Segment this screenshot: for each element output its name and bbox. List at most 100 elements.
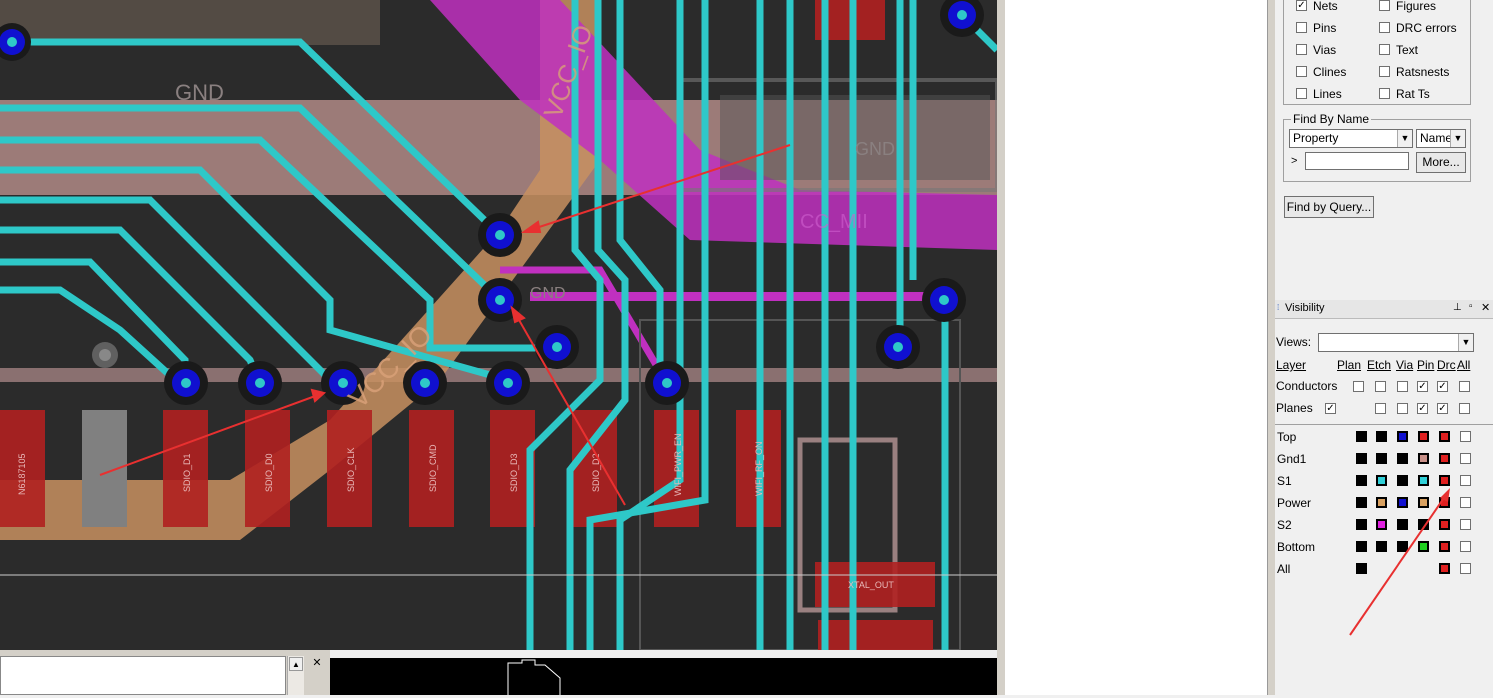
pin-header[interactable]: Pin: [1417, 358, 1434, 372]
visibility-checkbox-drc[interactable]: ✓: [1437, 403, 1448, 414]
visibility-checkbox-pin[interactable]: ✓: [1417, 403, 1428, 414]
close-icon[interactable]: ✕: [310, 656, 324, 670]
prompt-label: >: [1291, 155, 1298, 167]
plan-header[interactable]: Plan: [1337, 358, 1361, 372]
layer-color-swatch[interactable]: [1397, 453, 1408, 464]
find-by-query-button[interactable]: Find by Query...: [1284, 196, 1374, 218]
layer-color-swatch[interactable]: [1397, 431, 1408, 442]
find-checkbox[interactable]: [1296, 66, 1307, 77]
layer-header[interactable]: Layer: [1276, 358, 1306, 372]
blank-panel: [1005, 0, 1267, 695]
layer-color-swatch[interactable]: [1439, 453, 1450, 464]
visibility-checkbox-via[interactable]: [1397, 381, 1408, 392]
layer-all-checkbox[interactable]: [1460, 475, 1471, 486]
visibility-checkbox-plan[interactable]: [1353, 381, 1364, 392]
visibility-checkbox-drc[interactable]: ✓: [1437, 381, 1448, 392]
s2-trace: [530, 292, 950, 301]
float-icon[interactable]: ▫: [1469, 301, 1473, 312]
find-checkbox[interactable]: [1379, 66, 1390, 77]
find-checkbox[interactable]: [1379, 44, 1390, 55]
panel-divider[interactable]: [1267, 0, 1275, 695]
layer-color-swatch[interactable]: [1418, 453, 1429, 464]
net-label-cc: CC_MII: [800, 211, 868, 233]
name-select-value: Name: [1420, 131, 1453, 145]
pin-icon[interactable]: ⊥: [1453, 302, 1462, 313]
find-checkbox[interactable]: [1296, 44, 1307, 55]
find-checkbox[interactable]: [1379, 88, 1390, 99]
find-checkbox[interactable]: [1296, 22, 1307, 33]
layer-color-swatch[interactable]: [1418, 431, 1429, 442]
divider: [1275, 424, 1493, 425]
layer-row-label: S2: [1277, 518, 1292, 532]
class-row-label: Planes: [1276, 401, 1313, 415]
pad-label: N6187105: [17, 453, 27, 495]
scroll-up-icon[interactable]: ▲: [289, 657, 303, 671]
layer-row-label: Power: [1277, 496, 1312, 510]
world-view-outline: [507, 659, 561, 695]
find-checkbox[interactable]: [1379, 22, 1390, 33]
layer-all-checkbox[interactable]: [1460, 453, 1471, 464]
command-list[interactable]: [0, 656, 286, 695]
pcb-drawing: VCC_IO VCC_IO GND GND GND CC_MII XTAL_OU…: [0, 0, 997, 650]
command-scrollbar[interactable]: ▲: [287, 656, 304, 695]
layer-all-checkbox[interactable]: [1460, 431, 1471, 442]
close-icon[interactable]: ✕: [1481, 301, 1490, 314]
layer-color-swatch[interactable]: [1356, 453, 1367, 464]
find-checkbox[interactable]: ✓: [1296, 0, 1307, 11]
find-checkbox-label: Nets: [1313, 0, 1338, 13]
pad-label: WIFI_PWR_EN: [673, 433, 683, 496]
pad-label: SDIO_D1: [182, 453, 192, 492]
world-view[interactable]: [330, 658, 997, 695]
find-checkbox-label: DRC errors: [1396, 21, 1457, 35]
net-label-xtal: XTAL_OUT: [848, 580, 894, 590]
layer-row-label: Top: [1277, 430, 1297, 444]
layer-all-checkbox[interactable]: [1460, 541, 1471, 552]
find-checkbox[interactable]: [1296, 88, 1307, 99]
layer-color-swatch[interactable]: [1376, 431, 1387, 442]
net-label-gnd-mid: GND: [855, 139, 895, 159]
visibility-checkbox-via[interactable]: [1397, 403, 1408, 414]
pad-label: SDIO_CLK: [346, 447, 356, 492]
pcb-canvas[interactable]: VCC_IO VCC_IO GND GND GND CC_MII XTAL_OU…: [0, 0, 997, 650]
find-filter-group: [1283, 0, 1471, 105]
via-header[interactable]: Via: [1396, 358, 1413, 372]
name-select[interactable]: Name ▼: [1416, 129, 1466, 148]
layer-row-label: Bottom: [1277, 540, 1316, 554]
chevron-down-icon: ▼: [1397, 130, 1412, 147]
pad-label: WIFI_RF_ON: [754, 441, 764, 496]
layer-all-checkbox[interactable]: [1460, 497, 1471, 508]
layer-all-checkbox[interactable]: [1460, 563, 1471, 574]
find-checkbox[interactable]: [1379, 0, 1390, 11]
drc-header[interactable]: Drc: [1437, 358, 1456, 372]
property-select-value: Property: [1293, 131, 1339, 145]
chevron-down-icon: ▼: [1458, 334, 1473, 351]
layer-row-label: Gnd1: [1277, 452, 1307, 466]
visibility-checkbox-all[interactable]: [1459, 381, 1470, 392]
layer-all-checkbox[interactable]: [1460, 519, 1471, 530]
splitter[interactable]: [997, 0, 1005, 695]
find-name-input[interactable]: [1305, 152, 1409, 170]
layer-color-swatch[interactable]: [1356, 431, 1367, 442]
visibility-checkbox-pin[interactable]: ✓: [1417, 381, 1428, 392]
property-select[interactable]: Property ▼: [1289, 129, 1413, 148]
find-checkbox-label: Text: [1396, 43, 1419, 57]
visibility-checkbox-etch[interactable]: [1375, 381, 1386, 392]
grip-icon[interactable]: ⁞: [1277, 303, 1279, 312]
etch-header[interactable]: Etch: [1367, 358, 1391, 372]
layer-row-label: All: [1277, 562, 1291, 576]
layer-color-swatch[interactable]: [1439, 431, 1450, 442]
all-header[interactable]: All: [1457, 358, 1470, 372]
find-checkbox-label: Rat Ts: [1396, 87, 1430, 101]
annotation-arrow: [1349, 488, 1450, 636]
visibility-checkbox-all[interactable]: [1459, 403, 1470, 414]
visibility-checkbox-plan[interactable]: ✓: [1325, 403, 1336, 414]
layer-row-label: S1: [1277, 474, 1292, 488]
layer-color-swatch[interactable]: [1376, 453, 1387, 464]
views-select[interactable]: ▼: [1318, 333, 1474, 352]
net-label-gnd-top: GND: [175, 80, 224, 105]
visibility-checkbox-etch[interactable]: [1375, 403, 1386, 414]
pad-label: SDIO_D0: [264, 453, 274, 492]
more-button[interactable]: More...: [1416, 152, 1466, 173]
pad-label: SDIO_D3: [509, 453, 519, 492]
find-checkbox-label: Clines: [1313, 65, 1347, 79]
